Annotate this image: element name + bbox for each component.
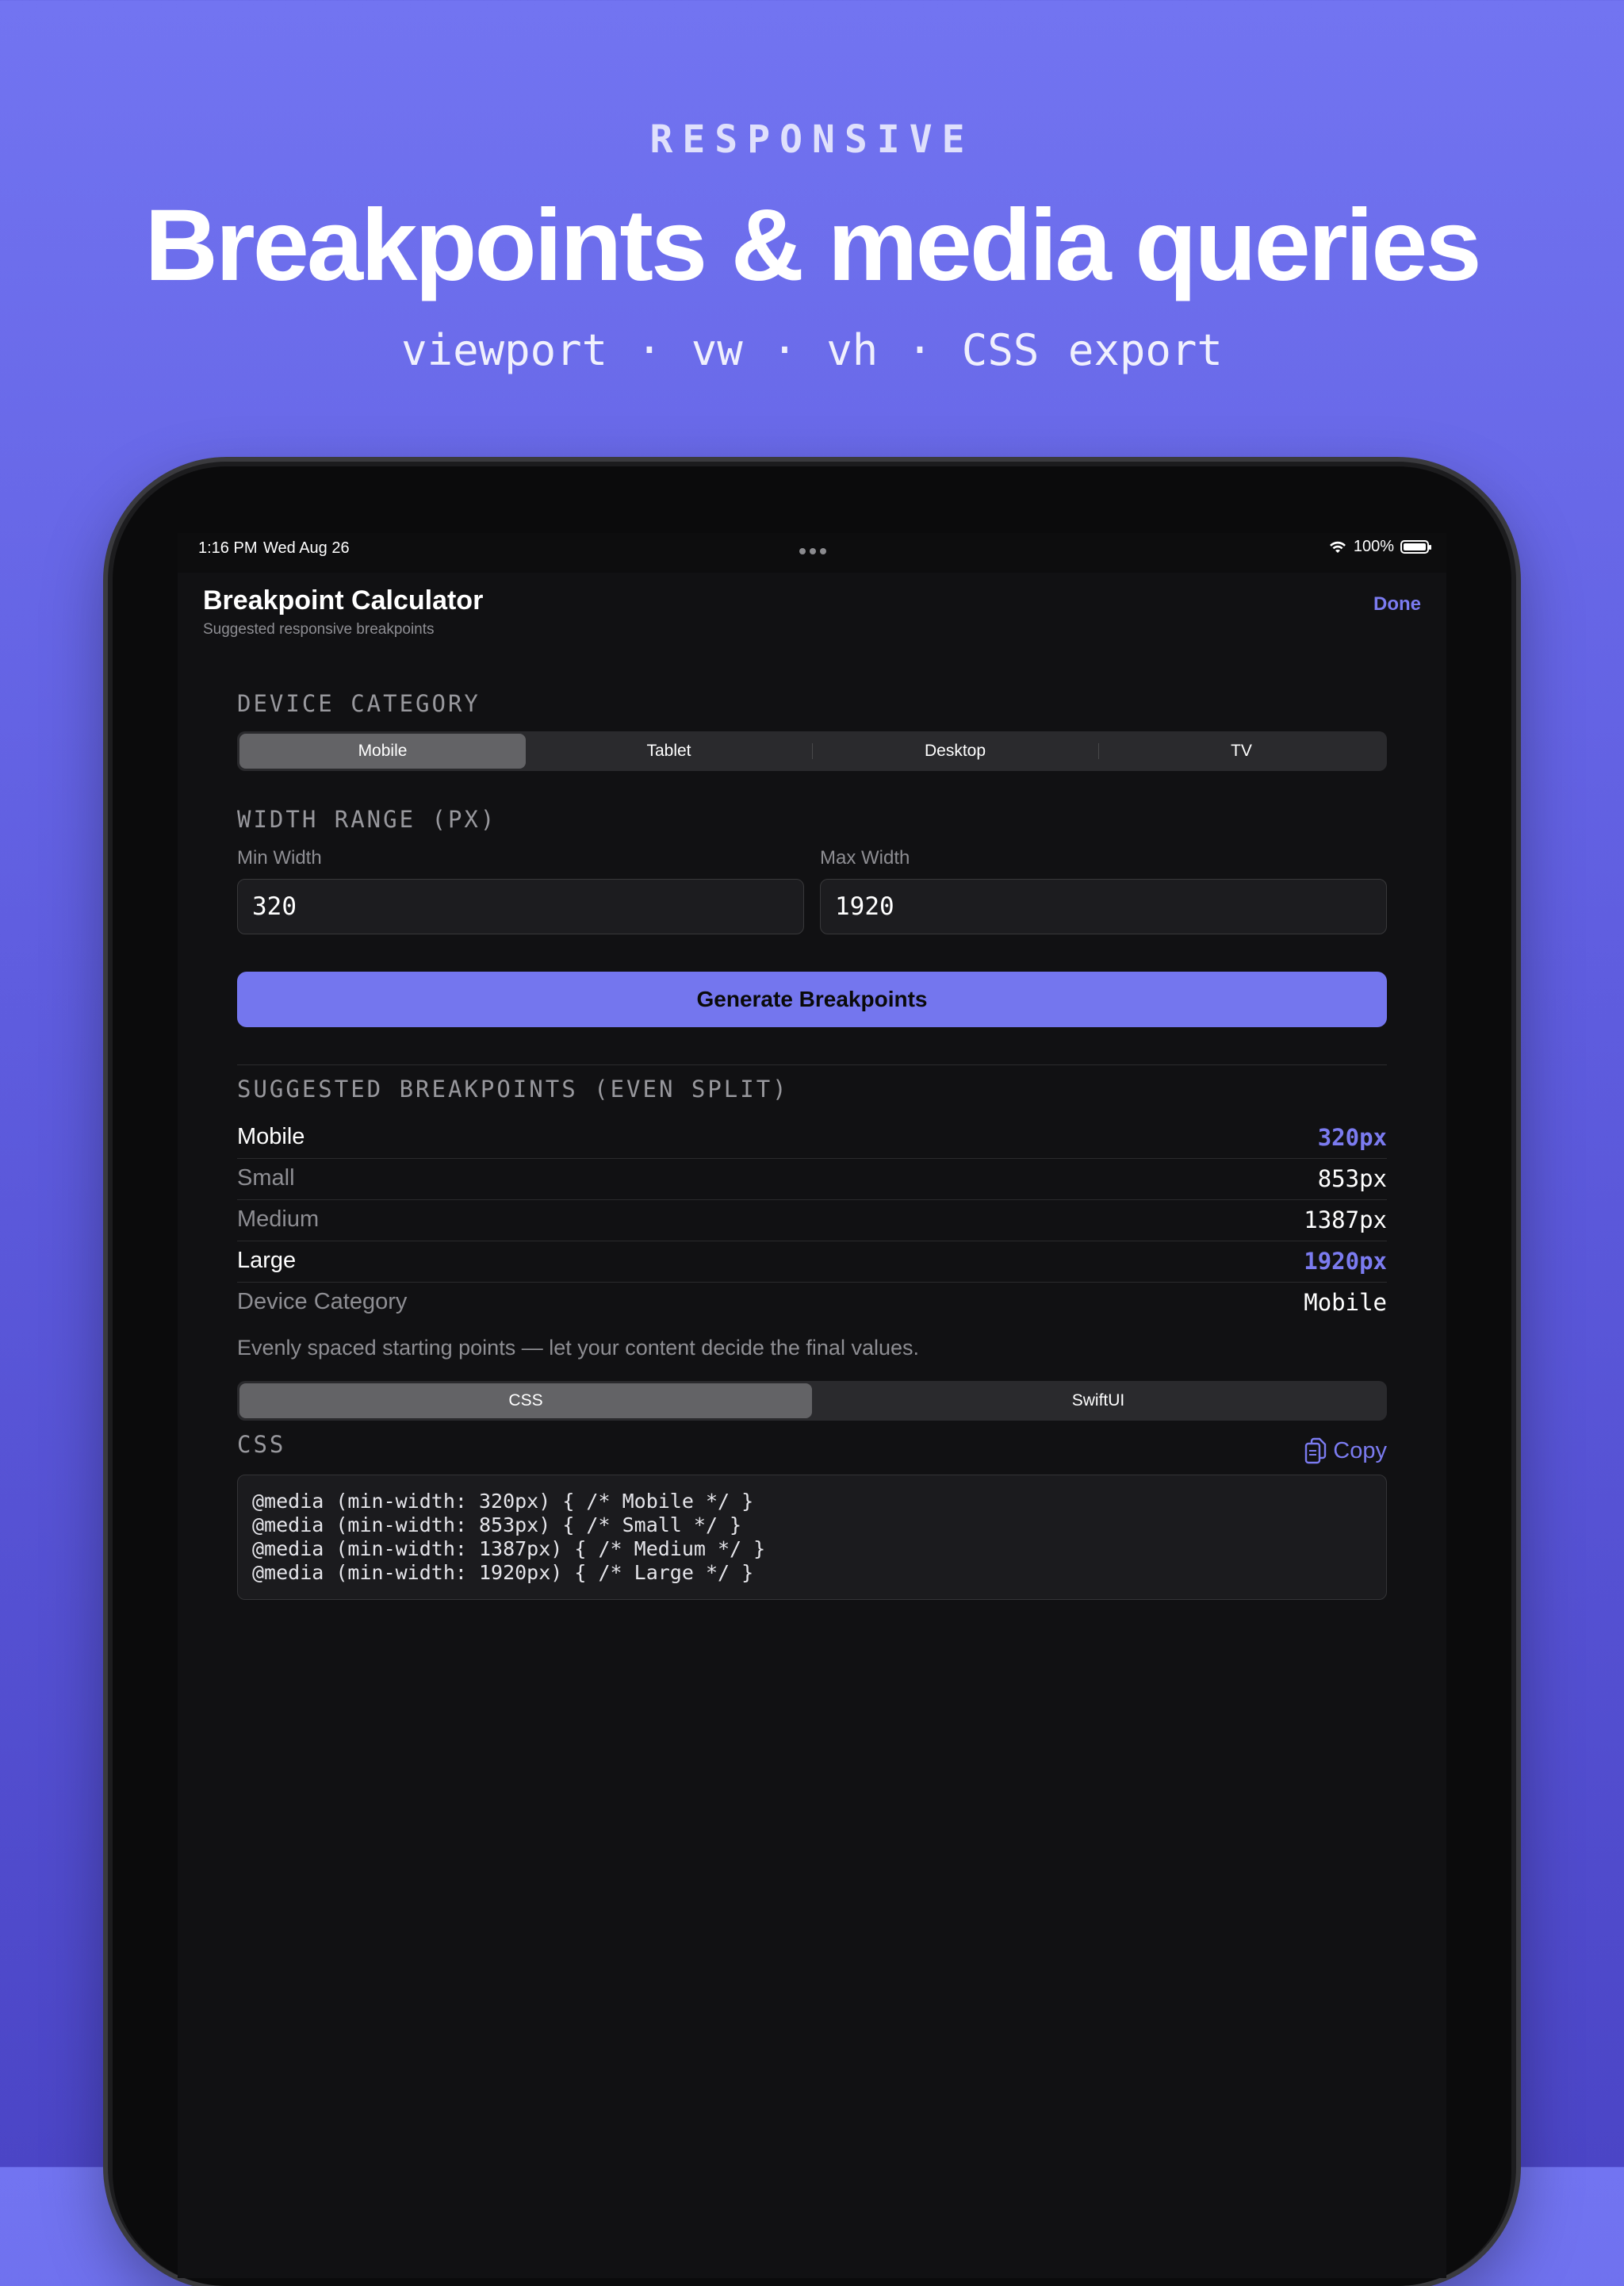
code-line: @media (min-width: 1920px) { /* Large */… xyxy=(252,1561,754,1584)
breakpoint-row: Small 853px xyxy=(237,1158,1387,1200)
device-category-segmented: Mobile Tablet Desktop TV xyxy=(237,731,1387,771)
min-width-field[interactable]: 320 xyxy=(237,879,804,934)
multitasking-dots-icon[interactable] xyxy=(799,544,830,558)
breakpoint-name: Small xyxy=(237,1165,295,1191)
code-line: @media (min-width: 320px) { /* Mobile */… xyxy=(252,1490,754,1513)
breakpoint-name: Medium xyxy=(237,1206,320,1232)
segment-swiftui[interactable]: SwiftUI xyxy=(812,1383,1385,1418)
min-width-label: Min Width xyxy=(237,847,322,869)
status-right: 100% xyxy=(1328,538,1431,556)
breakpoint-row: Mobile 320px xyxy=(237,1117,1387,1159)
segment-css[interactable]: CSS xyxy=(239,1383,812,1418)
nav-title: Breakpoint Calculator xyxy=(203,585,484,616)
suggested-breakpoints-label: SUGGESTED BREAKPOINTS (EVEN SPLIT) xyxy=(237,1076,789,1103)
status-bar: 1:16 PM Wed Aug 26 100% xyxy=(178,533,1446,573)
export-format-segmented: CSS SwiftUI xyxy=(237,1381,1387,1421)
width-range-label: WIDTH RANGE (PX) xyxy=(237,806,497,833)
nav-subtitle: Suggested responsive breakpoints xyxy=(203,621,435,638)
css-code-block[interactable]: @media (min-width: 320px) { /* Mobile */… xyxy=(237,1475,1387,1600)
status-time: 1:16 PM xyxy=(198,539,258,557)
copy-label: Copy xyxy=(1333,1437,1387,1463)
breakpoint-value: 1920px xyxy=(1304,1248,1387,1275)
device-category-row: Device Category Mobile xyxy=(237,1282,1387,1323)
code-line: @media (min-width: 853px) { /* Small */ … xyxy=(252,1513,742,1536)
breakpoint-name: Mobile xyxy=(237,1124,305,1149)
hero-subline: viewport · vw · vh · CSS export xyxy=(401,325,1223,375)
breakpoint-value: 1387px xyxy=(1304,1206,1387,1233)
breakpoint-name: Large xyxy=(237,1248,297,1273)
copy-button[interactable]: Copy xyxy=(1304,1437,1387,1464)
hero-eyebrow: RESPONSIVE xyxy=(649,117,975,162)
segment-tv[interactable]: TV xyxy=(1098,734,1385,769)
max-width-label: Max Width xyxy=(820,847,910,869)
max-width-field[interactable]: 1920 xyxy=(820,879,1387,934)
battery-percent: 100% xyxy=(1353,538,1394,555)
breakpoints-note: Evenly spaced starting points — let your… xyxy=(237,1336,919,1360)
app-screen: 1:16 PM Wed Aug 26 100% Breakpoint Calcu… xyxy=(178,533,1446,2278)
segment-mobile[interactable]: Mobile xyxy=(239,734,526,769)
done-button[interactable]: Done xyxy=(1373,593,1421,616)
divider xyxy=(237,1064,1387,1065)
breakpoint-name: Device Category xyxy=(237,1289,408,1314)
breakpoint-row: Large 1920px xyxy=(237,1241,1387,1283)
status-date: Wed Aug 26 xyxy=(263,539,350,557)
wifi-icon xyxy=(1329,541,1346,553)
segment-tablet[interactable]: Tablet xyxy=(526,734,812,769)
generate-breakpoints-button[interactable]: Generate Breakpoints xyxy=(237,972,1387,1027)
breakpoint-value: Mobile xyxy=(1304,1289,1387,1316)
export-label: CSS xyxy=(237,1431,286,1458)
breakpoint-value: 853px xyxy=(1317,1165,1387,1192)
breakpoint-value: 320px xyxy=(1317,1124,1387,1151)
copy-icon xyxy=(1305,1437,1327,1464)
hero-headline: Breakpoints & media queries xyxy=(144,189,1481,302)
breakpoint-row: Medium 1387px xyxy=(237,1199,1387,1241)
segment-desktop[interactable]: Desktop xyxy=(812,734,1098,769)
code-line: @media (min-width: 1387px) { /* Medium *… xyxy=(252,1537,766,1560)
device-category-label: DEVICE CATEGORY xyxy=(237,690,481,717)
battery-icon xyxy=(1400,540,1431,554)
